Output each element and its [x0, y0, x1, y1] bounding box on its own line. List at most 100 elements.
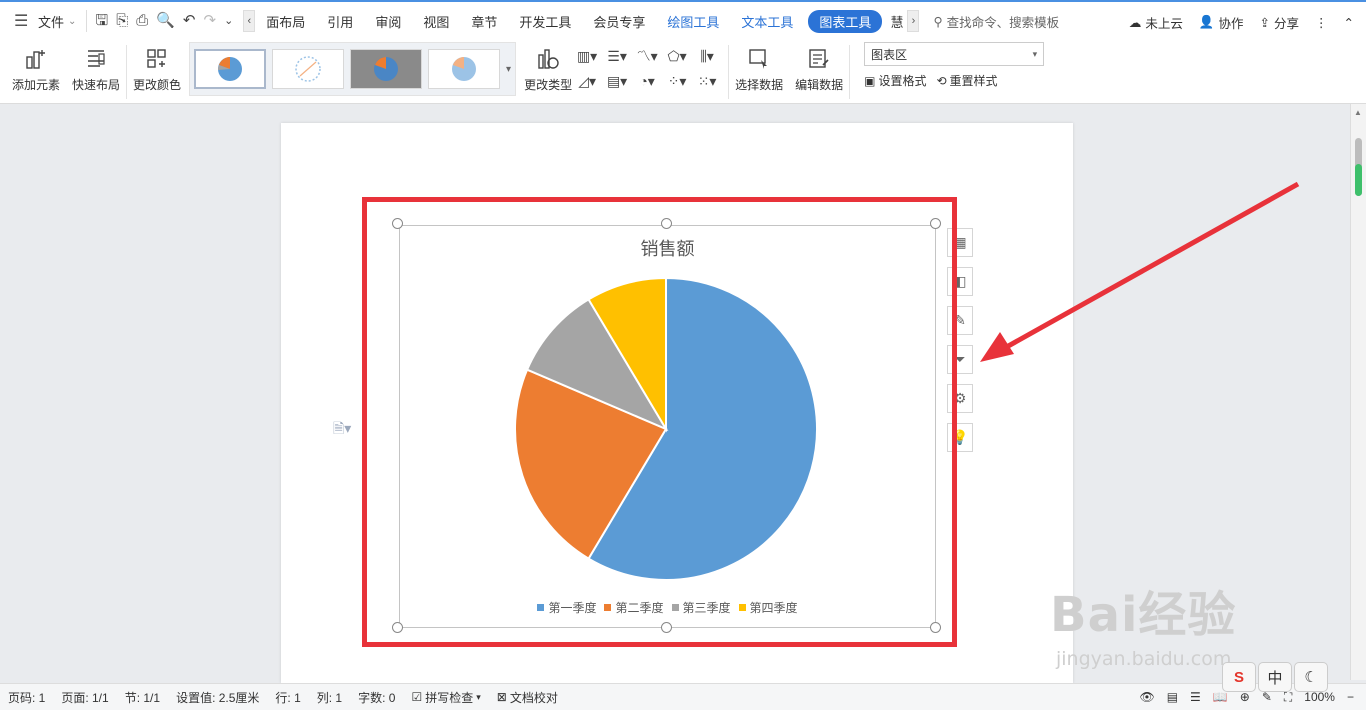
paragraph-marker-icon[interactable]: 🗎▾ — [333, 418, 351, 442]
edit-data-button[interactable]: 编辑数据 — [795, 40, 843, 93]
annotation-arrow — [980, 181, 1300, 362]
chart-style-2[interactable] — [272, 49, 345, 89]
legend-label: 第二季度 — [615, 601, 664, 615]
tab-text-tools[interactable]: 文本工具 — [730, 12, 804, 31]
hamburger-menu-icon[interactable]: ☰ — [14, 11, 32, 31]
set-format-button[interactable]: ▣ 设置格式 — [864, 72, 926, 89]
collaborate-button[interactable]: 👤 协作 — [1199, 13, 1244, 32]
add-element-button[interactable]: 添加元素 — [12, 40, 60, 93]
legend-item-3[interactable]: 第三季度 — [671, 599, 731, 616]
print-icon[interactable]: ⎙ — [136, 10, 148, 32]
resize-handle[interactable] — [661, 218, 672, 229]
resize-handle[interactable] — [930, 622, 941, 633]
more-icon[interactable]: ⌄ — [224, 10, 233, 32]
tab-member[interactable]: 会员专享 — [582, 12, 656, 31]
chart-legend[interactable]: 第一季度 第二季度 第三季度 第四季度 — [399, 599, 936, 616]
share-button[interactable]: ⇪ 分享 — [1260, 13, 1300, 32]
chart-style-4[interactable] — [428, 49, 501, 89]
histogram-icon[interactable]: ▤▾ — [602, 69, 632, 94]
ime-mode-button[interactable]: 中 — [1258, 662, 1292, 692]
redo-icon[interactable]: ↷ — [203, 10, 216, 32]
tab-section[interactable]: 章节 — [460, 12, 508, 31]
spellcheck-button[interactable]: ☑ 拼写检查 ▾ — [403, 689, 488, 706]
tab-chart-tools[interactable]: 图表工具 — [808, 9, 883, 33]
radar-chart-icon[interactable]: ⬠▾ — [662, 44, 692, 69]
cloud-status-button[interactable]: ☁ 未上云 — [1129, 13, 1183, 32]
proofread-button[interactable]: ⊠ 文档校对 — [489, 689, 566, 706]
scroll-up-icon[interactable]: ▲ — [1354, 108, 1362, 117]
resize-handle[interactable] — [930, 218, 941, 229]
tab-drawing-tools[interactable]: 绘图工具 — [656, 12, 730, 31]
collapse-ribbon-icon[interactable]: ⌃ — [1344, 15, 1354, 30]
quick-layout-icon — [81, 44, 111, 74]
tab-references[interactable]: 引用 — [316, 12, 364, 31]
legend-item-1[interactable]: 第一季度 — [537, 599, 596, 616]
more-options-icon[interactable]: ⋮ — [1315, 15, 1328, 30]
tab-developer[interactable]: 开发工具 — [508, 12, 582, 31]
print-preview-icon[interactable]: 🔍 — [156, 10, 175, 32]
chart-style-1[interactable] — [194, 49, 267, 89]
legend-label: 第四季度 — [749, 601, 798, 615]
tab-view[interactable]: 视图 — [412, 12, 460, 31]
resize-handle[interactable] — [392, 622, 403, 633]
sogou-logo-icon[interactable]: S — [1222, 662, 1256, 692]
row-info[interactable]: 行: 1 — [267, 689, 308, 706]
line-chart-icon[interactable]: 〽▾ — [632, 44, 662, 69]
section-info[interactable]: 节: 1/1 — [117, 689, 168, 706]
zoom-out-icon[interactable]: − — [1347, 690, 1354, 704]
chart-style-3[interactable] — [350, 49, 423, 89]
pie-chart-icon[interactable]: ◔▾ — [632, 69, 662, 94]
save-icon[interactable]: 🖫 — [95, 10, 108, 32]
chart-title[interactable]: 销售额 — [399, 235, 936, 261]
eye-protection-icon[interactable]: 👁 — [1139, 690, 1154, 704]
resize-handle[interactable] — [392, 218, 403, 229]
page-number[interactable]: 页码: 1 — [0, 689, 53, 706]
undo-icon[interactable]: ↶ — [183, 10, 196, 32]
tabs-scroll-left-button[interactable]: ‹ — [243, 10, 256, 32]
legend-label: 第三季度 — [682, 601, 731, 615]
tab-review[interactable]: 审阅 — [364, 12, 412, 31]
resize-handle[interactable] — [661, 622, 672, 633]
outline-view-icon[interactable]: ☰ — [1190, 690, 1201, 704]
file-menu-label: 文件 — [38, 14, 65, 30]
bubble-chart-icon[interactable]: ⁙▾ — [692, 69, 722, 94]
moon-icon[interactable]: ☾ — [1294, 662, 1328, 692]
page-count[interactable]: 页面: 1/1 — [53, 689, 116, 706]
export-icon[interactable]: ⎘ — [116, 10, 128, 32]
pie-chart[interactable] — [513, 276, 819, 582]
tab-page-layout[interactable]: 面布局 — [255, 12, 316, 31]
change-type-button[interactable]: 更改类型 — [524, 40, 572, 93]
change-color-button[interactable]: 更改颜色 — [133, 40, 181, 93]
reset-style-button[interactable]: ⟲ 重置样式 — [936, 72, 997, 89]
chart-settings-icon[interactable]: ⚙ — [947, 384, 973, 413]
select-data-button[interactable]: 选择数据 — [735, 40, 783, 93]
gallery-more-icon[interactable]: ▾ — [506, 64, 511, 75]
cloud-status-label: 未上云 — [1145, 16, 1183, 31]
chart-element-dropdown[interactable]: 图表区 ▾ — [864, 42, 1045, 66]
area-chart-icon[interactable]: ◿▾ — [572, 69, 602, 94]
chart-tips-icon[interactable]: 💡 — [947, 423, 973, 452]
reading-view-icon[interactable]: 📖 — [1213, 690, 1228, 704]
stock-chart-icon[interactable]: ⫼▾ — [692, 44, 722, 69]
tab-hui[interactable]: 慧 — [886, 12, 907, 31]
scatter-chart-icon[interactable]: ⁘▾ — [662, 69, 692, 94]
web-view-icon[interactable]: ⊕ — [1240, 690, 1250, 704]
zoom-level[interactable]: 100% — [1304, 690, 1335, 704]
setting-value[interactable]: 设置值: 2.5厘米 — [168, 689, 267, 706]
format-icon: ▣ — [864, 73, 876, 88]
vertical-scrollbar[interactable]: ▲ — [1350, 104, 1366, 680]
tabs-scroll-right-button[interactable]: › — [907, 10, 920, 32]
column-info[interactable]: 列: 1 — [309, 689, 350, 706]
legend-item-2[interactable]: 第二季度 — [604, 599, 664, 616]
file-menu[interactable]: 文件 ⌄ — [38, 12, 76, 31]
bar-chart-icon[interactable]: ☰▾ — [602, 44, 632, 69]
quick-layout-label: 快速布局 — [72, 78, 121, 92]
legend-item-4[interactable]: 第四季度 — [738, 599, 798, 616]
page-view-icon[interactable]: ▤ — [1167, 690, 1178, 704]
command-search[interactable]: ⚲ 查找命令、搜索模板 — [933, 12, 1059, 31]
column-chart-icon[interactable]: ▥▾ — [572, 44, 602, 69]
write-mode-icon[interactable]: ✎ — [1262, 690, 1272, 704]
word-count[interactable]: 字数: 0 — [350, 689, 403, 706]
ribbon-separator — [126, 45, 128, 99]
quick-layout-button[interactable]: 快速布局 — [72, 40, 120, 93]
